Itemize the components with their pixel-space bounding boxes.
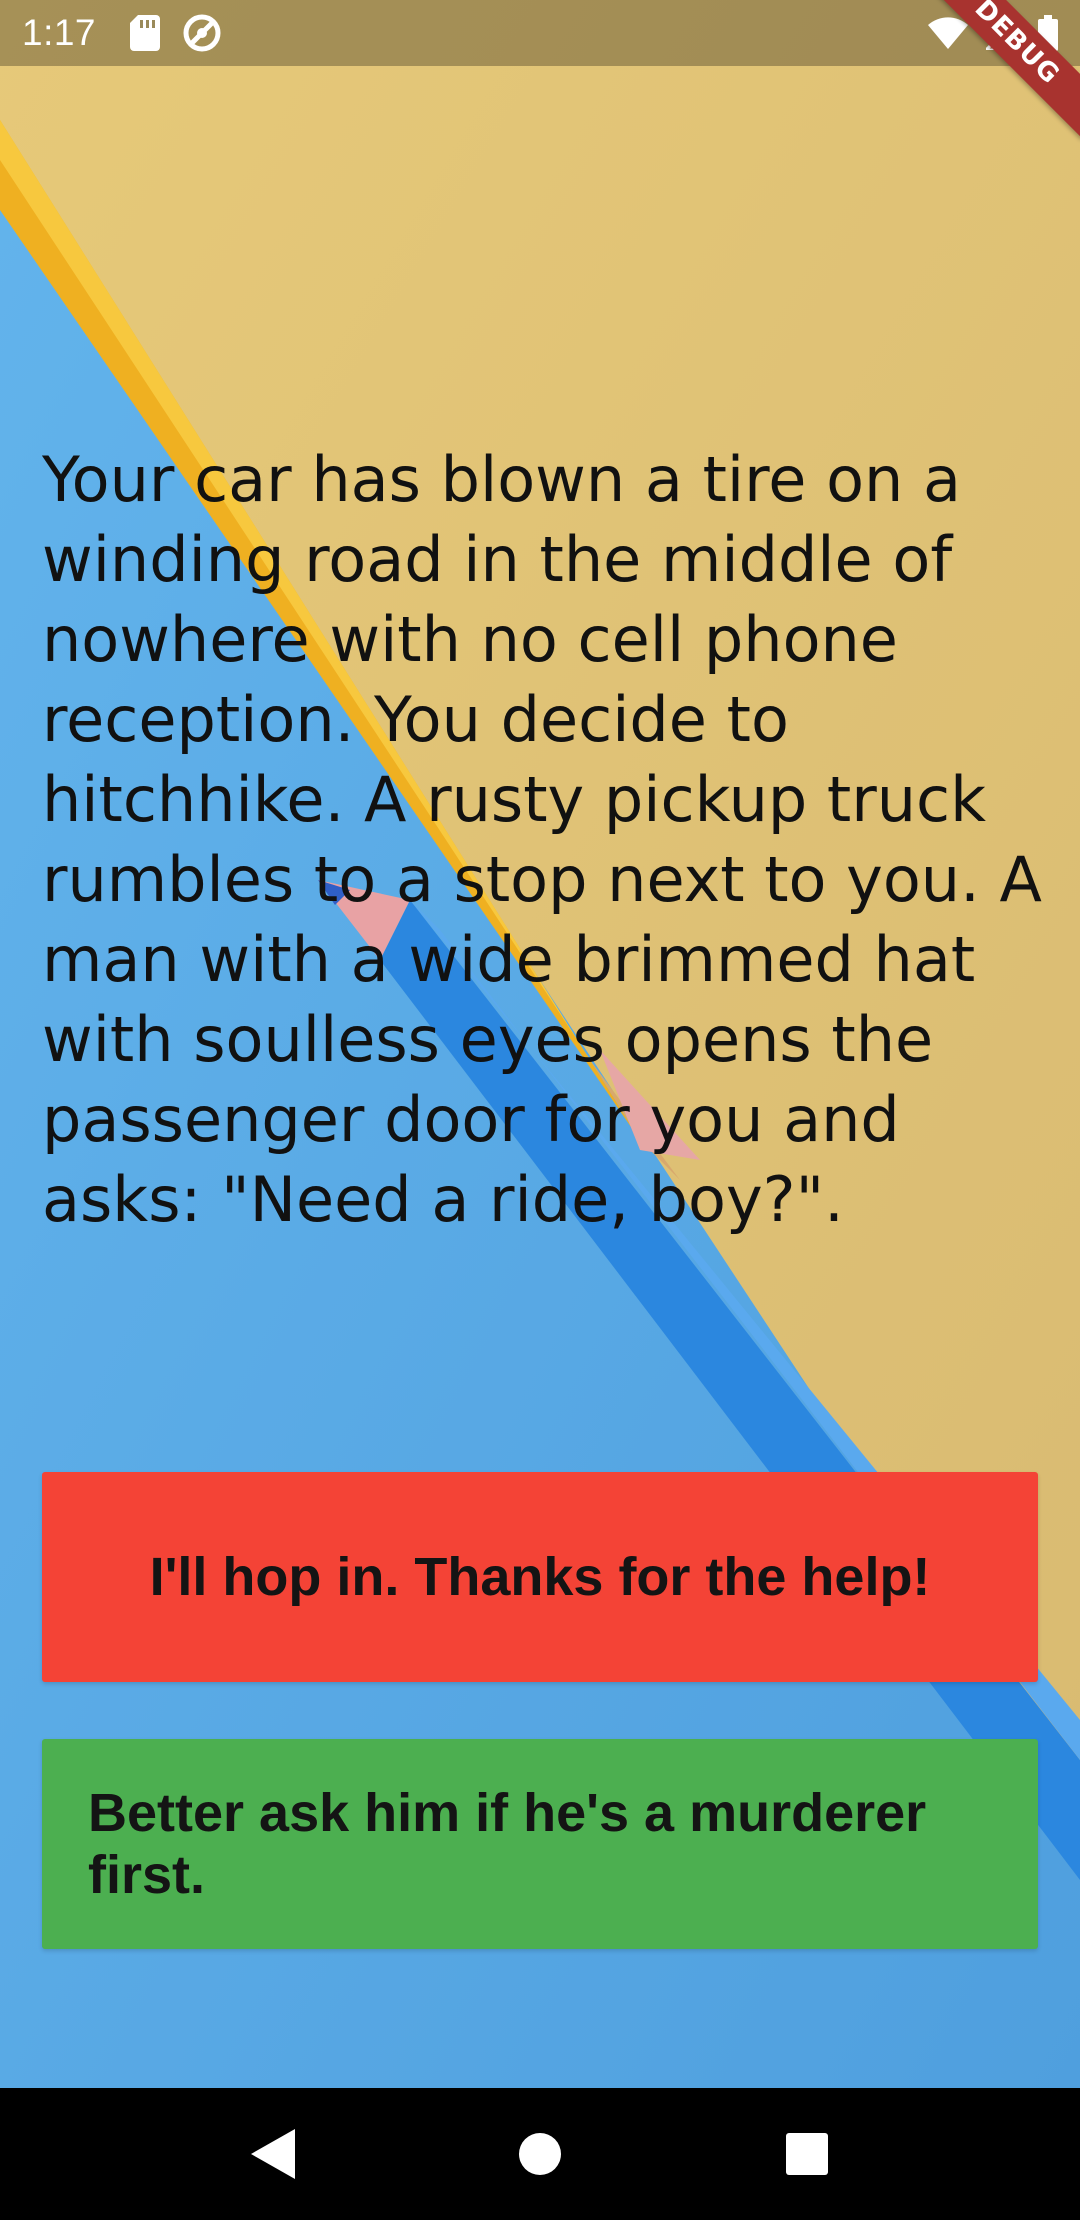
home-button[interactable] <box>495 2109 585 2199</box>
recents-button[interactable] <box>762 2109 852 2199</box>
choice-2-button[interactable]: Better ask him if he's a murderer first. <box>42 1739 1038 1949</box>
app-screen: 1:17 DEBUG Your car has blown a tire on … <box>0 0 1080 2220</box>
back-icon <box>251 2129 296 2179</box>
sync-disabled-icon <box>183 14 221 52</box>
choice-2-label: Better ask him if he's a murderer first. <box>88 1783 927 1905</box>
choice-1-button[interactable]: I'll hop in. Thanks for the help! <box>42 1472 1038 1682</box>
wifi-icon <box>928 17 968 49</box>
back-button[interactable] <box>228 2109 318 2199</box>
story-text: Your car has blown a tire on a winding r… <box>42 443 1042 1236</box>
sd-card-icon <box>130 15 161 51</box>
recents-icon <box>785 2133 828 2175</box>
choice-1-label: I'll hop in. Thanks for the help! <box>149 1547 931 1607</box>
status-time: 1:17 <box>22 12 97 53</box>
status-bar: 1:17 <box>0 0 1080 66</box>
home-icon <box>518 2133 561 2175</box>
navigation-bar <box>0 2088 1080 2220</box>
status-left-icons <box>130 13 222 53</box>
